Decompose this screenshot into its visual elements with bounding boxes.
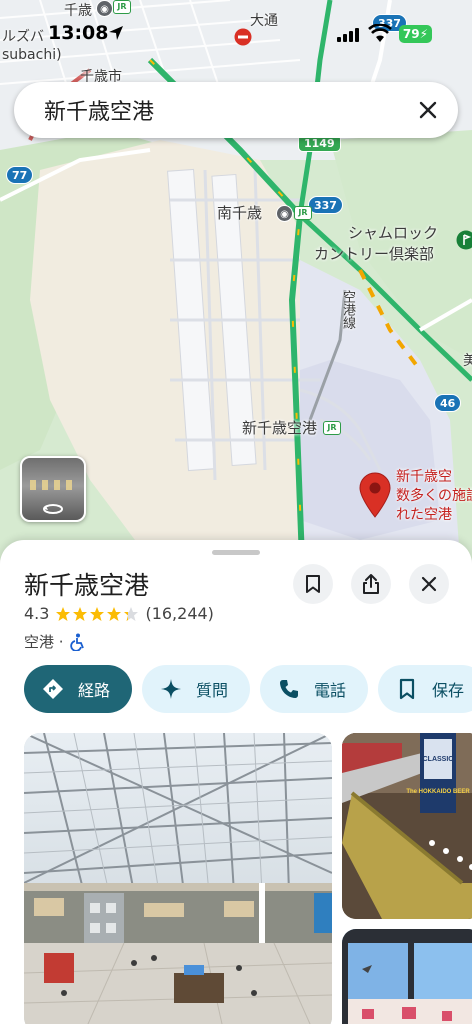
category-row: 空港 · (24, 631, 86, 652)
share-button[interactable] (351, 564, 391, 604)
status-bar: 13:08 79⚡ (0, 0, 472, 62)
star-icon (90, 606, 105, 621)
train-station-icon[interactable]: ◉ (276, 205, 293, 222)
search-input[interactable]: 新千歳空港 (44, 94, 154, 126)
photo-atrium[interactable] (24, 733, 332, 1024)
status-time: 13:08 (48, 22, 109, 44)
rating-value: 4.3 (24, 604, 50, 623)
photo-escalator[interactable]: CLASSIC The HOKKAIDO BEER (342, 733, 472, 919)
close-icon (421, 576, 437, 592)
rating-stars (55, 606, 139, 622)
rotate-360-icon (43, 504, 63, 514)
photo-gallery[interactable]: CLASSIC The HOKKAIDO BEER (24, 733, 472, 1024)
station-label[interactable]: 南千歳 (217, 202, 262, 223)
close-sheet-button[interactable] (409, 564, 449, 604)
photo-image (24, 733, 332, 1024)
directions-button[interactable]: 経路 (24, 665, 133, 713)
action-buttons: 経路 質問 電話 保存 (24, 665, 472, 713)
close-icon[interactable] (416, 98, 440, 122)
ask-button[interactable]: 質問 (142, 665, 251, 713)
sparkle-icon (161, 679, 182, 699)
battery-indicator: 79⚡ (399, 25, 432, 43)
phone-icon (280, 680, 299, 698)
map-label: カントリー倶楽部 (314, 245, 435, 263)
pin-label-desc: 数多くの施設 (396, 488, 472, 504)
route-badge: 337 (308, 196, 343, 214)
bookmark-button[interactable] (293, 564, 333, 604)
call-button[interactable]: 電話 (260, 665, 369, 713)
photo-window[interactable] (342, 929, 472, 1024)
map-label: 空港線 (340, 290, 355, 329)
route-badge: 77 (6, 166, 34, 184)
place-category: 空港 · (24, 633, 64, 651)
bookmark-icon (399, 678, 415, 700)
classic-label: CLASSIC (423, 756, 454, 763)
share-icon (363, 574, 379, 594)
call-label: 電話 (314, 681, 347, 700)
place-details-sheet: 新千歳空港 4.3 (16,244) 空港 · 経路 質問 電話 保存 CLAS… (0, 540, 472, 1024)
route-badge: 46 (434, 394, 462, 412)
location-pin-icon[interactable] (358, 472, 392, 518)
directions-label: 経路 (78, 681, 111, 700)
wifi-icon (368, 24, 392, 42)
location-arrow-icon (109, 26, 123, 40)
star-icon (124, 606, 139, 621)
save-label: 保存 (432, 681, 465, 700)
beer-sign-text: The HOKKAIDO BEER (406, 789, 470, 795)
golf-course-icon[interactable] (456, 230, 472, 250)
photo-image (342, 929, 472, 1024)
star-icon (107, 606, 122, 621)
photo-image: CLASSIC The HOKKAIDO BEER (342, 733, 472, 919)
station-label[interactable]: 新千歳空港 (242, 417, 317, 438)
bookmark-icon (306, 575, 320, 593)
cellular-signal-icon (337, 27, 359, 42)
ask-label: 質問 (196, 681, 229, 700)
directions-icon (43, 679, 63, 699)
pin-label-title: 新千歳空 (396, 469, 452, 485)
jr-logo-icon: JR (323, 421, 341, 435)
place-title: 新千歳空港 (24, 571, 150, 600)
star-icon (56, 606, 71, 621)
map-label: 美 (463, 353, 472, 369)
map-label: シャムロック (348, 224, 439, 242)
star-icon (73, 606, 88, 621)
jr-logo-icon: JR (294, 206, 312, 220)
review-count: (16,244) (145, 604, 214, 623)
pin-label-desc: れた空港 (396, 507, 452, 523)
drag-handle[interactable] (212, 550, 260, 555)
rating-row[interactable]: 4.3 (16,244) (24, 604, 214, 623)
save-button[interactable]: 保存 (378, 665, 472, 713)
wheelchair-accessible-icon (69, 633, 84, 651)
search-bar[interactable]: 新千歳空港 (14, 82, 458, 138)
battery-level: 79 (402, 27, 420, 41)
street-view-thumbnail[interactable] (20, 456, 86, 522)
street-view-preview (30, 480, 78, 490)
